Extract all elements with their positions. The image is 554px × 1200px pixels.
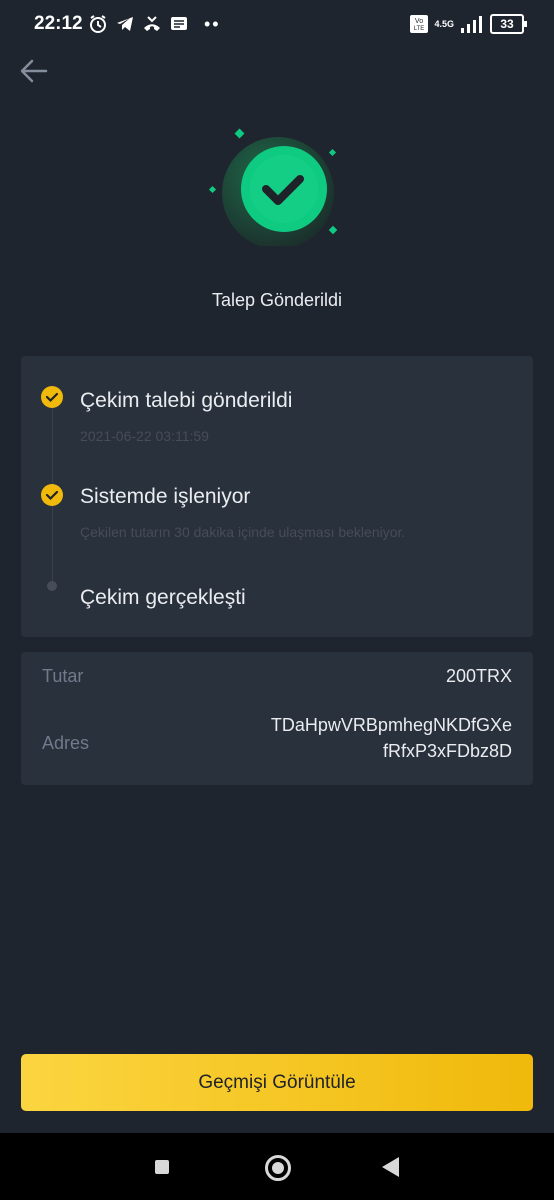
withdrawal-details-card: Tutar 200TRX Adres TDaHpwVRBpmhegNKDfGXe… <box>21 652 533 785</box>
view-history-button[interactable]: Geçmişi Görüntüle <box>21 1054 533 1111</box>
step-title: Sistemde işleniyor <box>80 485 251 508</box>
telegram-icon <box>117 17 133 31</box>
recent-apps-icon[interactable] <box>155 1160 169 1174</box>
more-notifications-icon: •• <box>204 14 221 34</box>
address-label: Adres <box>42 733 90 753</box>
step-title: Çekim gerçekleşti <box>80 586 246 609</box>
step-timestamp: 2021-06-22 03:11:59 <box>80 428 209 444</box>
step-pending-dot-icon <box>47 581 57 591</box>
status-time: 22:12 <box>34 13 83 34</box>
svg-text:Vo: Vo <box>415 18 423 25</box>
arrow-left-icon <box>20 59 48 83</box>
missed-call-icon <box>144 16 160 31</box>
page-title: Talep Gönderildi <box>211 290 343 310</box>
nav-back-icon[interactable] <box>382 1157 399 1177</box>
volte-icon: VoLTE <box>410 15 429 33</box>
status-bar: 22:12 •• Vo LTE 4.5G 33 <box>0 0 554 50</box>
step-description: Çekilen tutarın 30 dakika içinde ulaşmas… <box>80 524 406 540</box>
network-type-label: 4.5G <box>434 19 454 29</box>
signal-icon <box>461 16 482 33</box>
success-illustration <box>206 126 346 249</box>
back-button[interactable] <box>18 56 50 86</box>
address-line: fRfxP3xFDbz8D <box>382 741 512 761</box>
alarm-icon <box>90 15 106 33</box>
battery-icon: 33 <box>490 14 527 34</box>
home-icon[interactable] <box>265 1155 291 1181</box>
message-icon <box>171 17 187 30</box>
withdrawal-progress-card: Çekim talebi gönderildi 2021-06-22 03:11… <box>21 356 533 637</box>
address-line: TDaHpwVRBpmhegNKDfGXe <box>270 715 512 735</box>
check-circle-icon <box>208 128 338 249</box>
notification-icons: •• <box>88 14 221 34</box>
system-icons: Vo LTE 4.5G 33 <box>410 14 527 34</box>
svg-text:LTE: LTE <box>414 26 425 32</box>
amount-value: 200TRX <box>445 666 512 686</box>
amount-label: Tutar <box>42 666 84 686</box>
step-title: Çekim talebi gönderildi <box>80 389 293 412</box>
step-check-icon <box>41 484 63 506</box>
address-value[interactable]: TDaHpwVRBpmhegNKDfGXe fRfxP3xFDbz8D <box>271 712 512 764</box>
step-check-icon <box>41 386 63 408</box>
